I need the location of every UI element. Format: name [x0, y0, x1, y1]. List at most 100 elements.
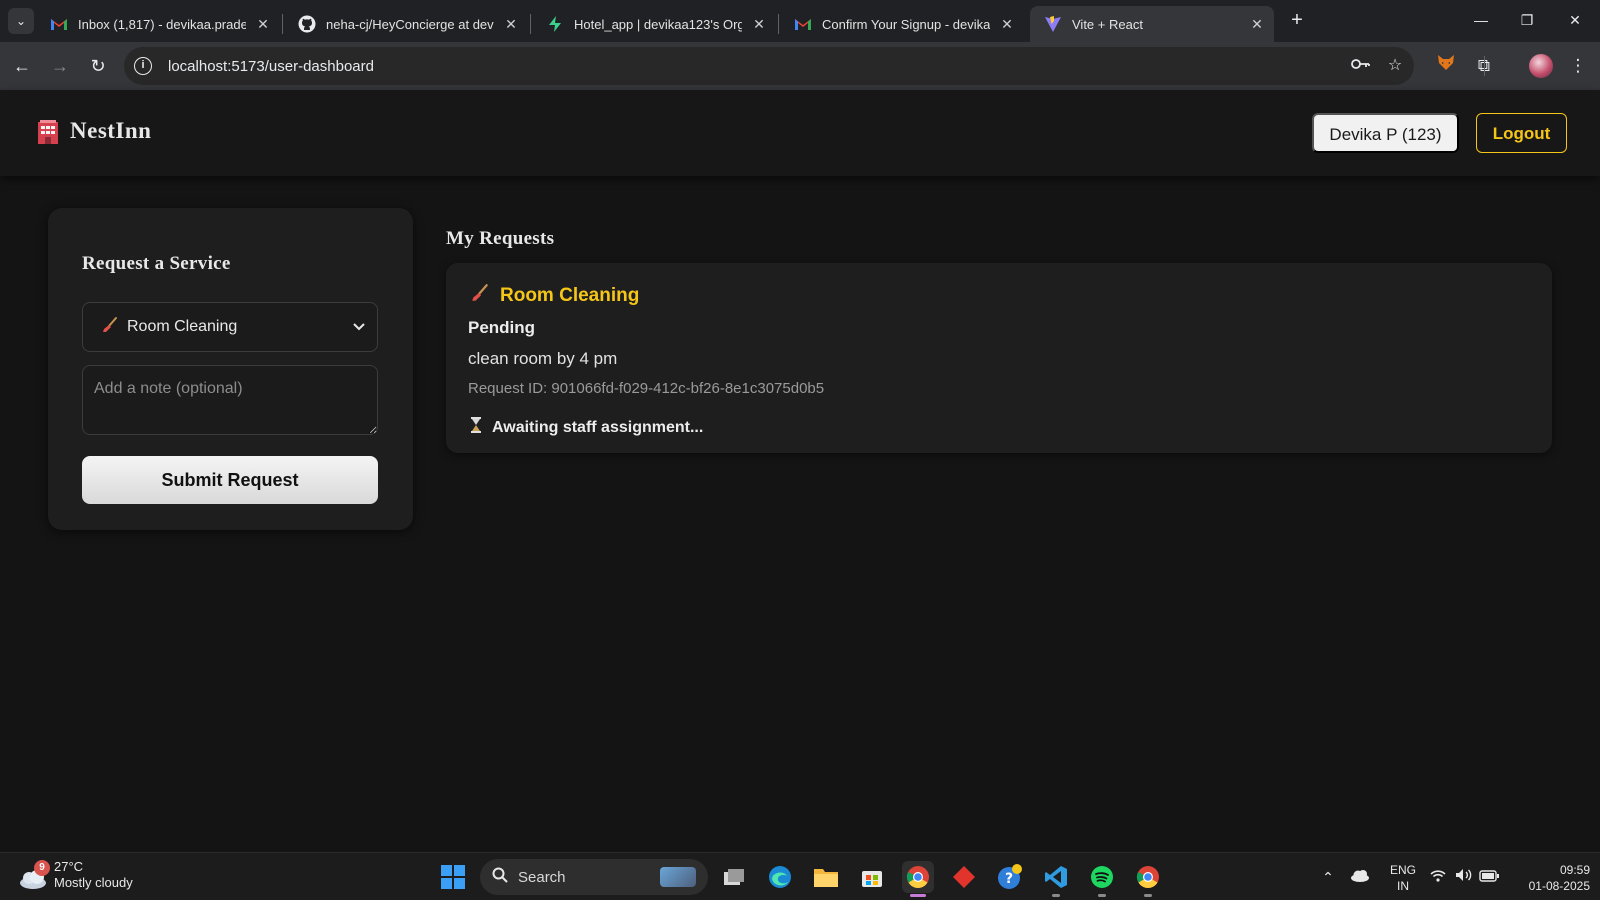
- battery-icon[interactable]: [1479, 867, 1499, 887]
- brand[interactable]: NestInn: [36, 118, 151, 144]
- chevron-down-icon: [353, 320, 365, 334]
- request-type: Room Cleaning: [500, 284, 640, 306]
- close-icon[interactable]: ✕: [752, 16, 766, 33]
- request-service-title: Request a Service: [82, 253, 231, 274]
- tab-divider: [530, 14, 531, 34]
- selected-service: Room Cleaning: [127, 318, 238, 335]
- browser-tab-supabase[interactable]: Hotel_app | devikaa123's Org | Supabase …: [532, 6, 776, 42]
- tab-title: neha-cj/HeyConcierge at develop: [326, 16, 494, 32]
- file-explorer-icon[interactable]: [810, 861, 842, 893]
- search-icon: [492, 867, 508, 888]
- password-key-icon[interactable]: [1348, 53, 1374, 79]
- toolbar-divider: [1484, 56, 1485, 76]
- supabase-icon: [546, 15, 564, 33]
- app-header: NestInn Devika P (123) Logout: [0, 90, 1600, 176]
- running-indicator: [1144, 894, 1152, 897]
- gmail-icon: [794, 15, 812, 33]
- clock-time: 09:59: [1559, 863, 1590, 877]
- microsoft-store-icon[interactable]: [856, 861, 888, 893]
- more-menu-icon[interactable]: ⋮: [1564, 52, 1592, 80]
- request-id: Request ID: 901066fd-f029-412c-bf26-8e1c…: [468, 380, 825, 397]
- onedrive-cloud-icon[interactable]: [1350, 867, 1370, 887]
- chrome-profile-icon[interactable]: [1132, 861, 1164, 897]
- submit-request-button[interactable]: Submit Request: [82, 456, 378, 504]
- note-textarea[interactable]: [82, 365, 378, 435]
- github-icon: [298, 15, 316, 33]
- weather-condition: Mostly cloudy: [54, 875, 133, 890]
- system-clock[interactable]: 09:59 01-08-2025: [1510, 862, 1590, 894]
- browser-tab-gmail-inbox[interactable]: Inbox (1,817) - devikaa.pradeep ✕: [36, 6, 280, 42]
- windows-start-icon[interactable]: [441, 865, 465, 889]
- tab-title: Confirm Your Signup - devikaa.pradeep: [822, 16, 990, 32]
- hourglass-icon: [470, 417, 482, 438]
- reload-icon[interactable]: ↻: [84, 52, 112, 80]
- region-code: IN: [1397, 879, 1409, 893]
- search-highlight-image: [660, 867, 696, 887]
- address-bar[interactable]: i localhost:5173/user-dashboard ☆: [124, 47, 1414, 85]
- weather-widget[interactable]: 9 27°C Mostly cloudy: [18, 859, 133, 891]
- close-icon[interactable]: ✕: [1250, 16, 1264, 33]
- forward-arrow-icon[interactable]: →: [46, 52, 74, 80]
- my-requests-title: My Requests: [446, 228, 555, 249]
- tab-title: Hotel_app | devikaa123's Org | Supabase: [574, 16, 742, 32]
- task-view-icon[interactable]: [718, 861, 750, 893]
- gmail-icon: [50, 15, 68, 33]
- edge-browser-icon[interactable]: [764, 861, 796, 893]
- cloud-icon: 9: [18, 860, 50, 889]
- tab-title: Inbox (1,817) - devikaa.pradeep: [78, 16, 246, 32]
- close-icon[interactable]: ✕: [256, 16, 270, 33]
- request-header: Room Cleaning: [470, 283, 639, 308]
- active-indicator: [910, 894, 926, 897]
- running-indicator: [1052, 894, 1060, 897]
- browser-tab-vite-react[interactable]: Vite + React ✕: [1030, 6, 1274, 42]
- request-status: Pending: [468, 318, 536, 337]
- brand-name: NestInn: [70, 118, 152, 143]
- chrome-icon[interactable]: [902, 861, 934, 897]
- os-taskbar: 9 27°C Mostly cloudy Search ? ⌃ ENG IN 0…: [0, 852, 1600, 900]
- request-note: clean room by 4 pm: [468, 349, 618, 368]
- tray-overflow-chevron-icon[interactable]: ⌃: [1318, 867, 1338, 887]
- git-client-icon[interactable]: [948, 861, 980, 893]
- request-assignment-status: Awaiting staff assignment...: [470, 417, 703, 438]
- language-code: ENG: [1389, 863, 1416, 877]
- logout-button[interactable]: Logout: [1476, 113, 1567, 153]
- volume-icon[interactable]: [1454, 867, 1474, 887]
- svg-text:?: ?: [1005, 871, 1013, 887]
- browser-tab-github[interactable]: neha-cj/HeyConcierge at develop ✕: [284, 6, 528, 42]
- running-indicator: [1098, 894, 1106, 897]
- new-tab-button[interactable]: +: [1284, 8, 1310, 34]
- broom-icon: [470, 283, 490, 308]
- wifi-icon[interactable]: [1428, 867, 1448, 887]
- temperature: 27°C: [54, 859, 84, 874]
- browser-tab-strip: ⌄ Inbox (1,817) - devikaa.pradeep ✕ neha…: [0, 0, 1600, 42]
- spotify-icon[interactable]: [1086, 861, 1118, 897]
- address-url[interactable]: localhost:5173/user-dashboard: [168, 58, 374, 75]
- vscode-icon[interactable]: [1040, 861, 1072, 897]
- close-icon[interactable]: ✕: [504, 16, 518, 33]
- tab-divider: [778, 14, 779, 34]
- site-info-icon[interactable]: i: [134, 57, 152, 75]
- weather-notification-badge: 9: [34, 860, 50, 876]
- assignment-text: Awaiting staff assignment...: [492, 418, 704, 436]
- help-app-icon[interactable]: ?: [994, 861, 1026, 893]
- tab-title: Vite + React: [1072, 16, 1143, 32]
- taskbar-search[interactable]: Search: [480, 859, 708, 895]
- restore-icon[interactable]: ❐: [1504, 0, 1550, 42]
- back-arrow-icon[interactable]: ←: [8, 52, 36, 80]
- hotel-building-icon: [36, 118, 60, 144]
- close-icon[interactable]: ✕: [1000, 16, 1014, 33]
- taskbar-search-label: Search: [518, 868, 566, 886]
- language-indicator[interactable]: ENG IN: [1388, 862, 1418, 894]
- service-type-select[interactable]: Room Cleaning: [82, 302, 378, 352]
- tab-search-button[interactable]: ⌄: [8, 8, 34, 34]
- request-card: Room Cleaning Pending clean room by 4 pm…: [446, 263, 1552, 453]
- user-profile-button[interactable]: Devika P (123): [1312, 113, 1459, 153]
- broom-icon: [101, 316, 119, 339]
- bookmark-star-icon[interactable]: ☆: [1382, 53, 1408, 79]
- extension-fox-icon[interactable]: [1432, 52, 1460, 80]
- request-service-card: Request a Service Room Cleaning Submit R…: [48, 208, 413, 530]
- browser-tab-gmail-confirm[interactable]: Confirm Your Signup - devikaa.pradeep ✕: [780, 6, 1024, 42]
- close-window-icon[interactable]: ✕: [1552, 0, 1598, 42]
- minimize-icon[interactable]: —: [1458, 0, 1504, 42]
- profile-avatar[interactable]: [1529, 54, 1553, 78]
